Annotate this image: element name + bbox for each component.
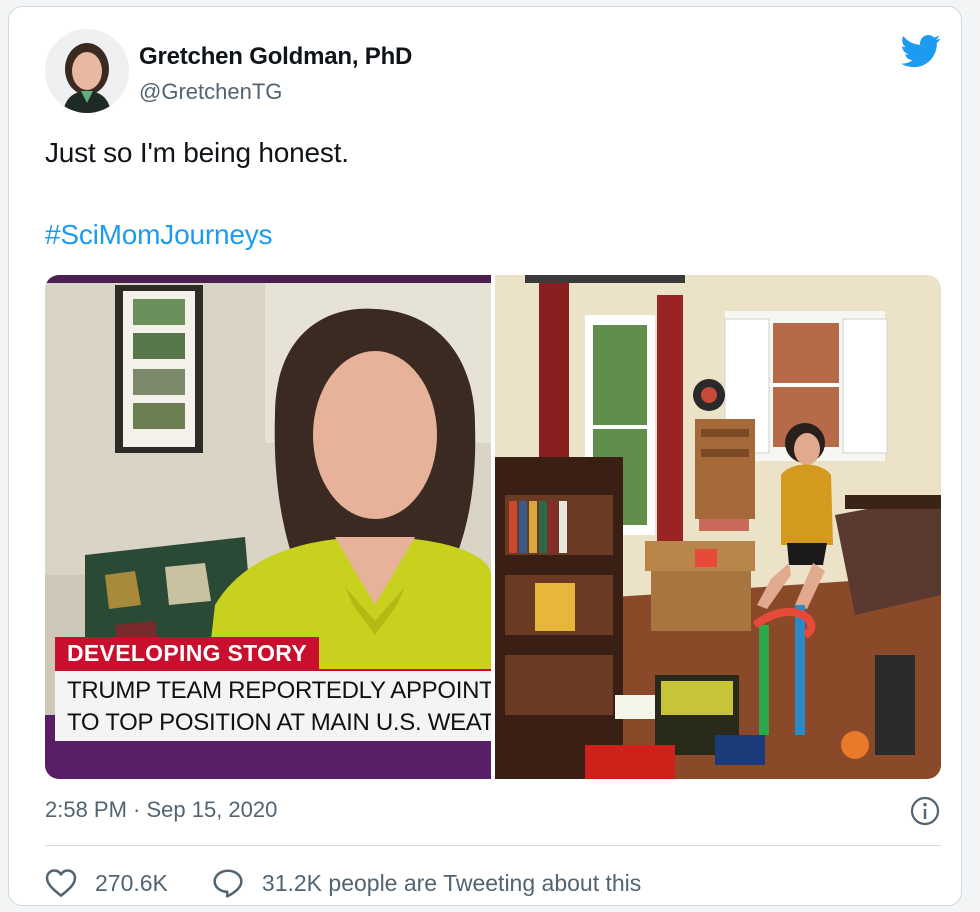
tweet-card: Gretchen Goldman, PhD @GretchenTG Just s…	[8, 6, 962, 906]
avatar[interactable]	[45, 29, 129, 113]
chyron-body: TRUMP TEAM REPORTEDLY APPOINTS C TO TOP …	[55, 669, 491, 741]
divider	[45, 845, 941, 846]
like-count: 270.6K	[95, 869, 168, 896]
speech-bubble-icon	[213, 869, 243, 898]
news-chyron: DEVELOPING STORY TRUMP TEAM REPORTEDLY A…	[55, 637, 491, 741]
avatar-image	[45, 29, 129, 113]
chyron-line-2: TO TOP POSITION AT MAIN U.S. WEATHI	[67, 709, 491, 736]
conversation-link[interactable]: 31.2K people are Tweeting about this	[212, 868, 641, 898]
chyron-line-1: TRUMP TEAM REPORTEDLY APPOINTS C	[67, 677, 491, 704]
home-office-photo	[495, 275, 941, 779]
action-bar: 270.6K 31.2K people are Tweeting about t…	[45, 865, 685, 901]
conversation-text: 31.2K people are Tweeting about this	[261, 869, 642, 896]
author-name[interactable]: Gretchen Goldman, PhD	[139, 43, 412, 71]
chyron-tag: DEVELOPING STORY	[55, 637, 319, 669]
media-photo-interview[interactable]: DEVELOPING STORY TRUMP TEAM REPORTEDLY A…	[45, 275, 491, 779]
info-icon[interactable]	[909, 795, 941, 827]
twitter-bird-icon[interactable]	[899, 31, 943, 71]
tweet-text: Just so I'm being honest.	[45, 137, 349, 168]
like-button[interactable]: 270.6K	[45, 868, 168, 898]
hashtag-link[interactable]: #SciMomJourneys	[45, 219, 273, 251]
author-handle[interactable]: @GretchenTG	[139, 79, 282, 105]
heart-icon	[45, 869, 77, 897]
tweet-timestamp[interactable]: 2:58 PM · Sep 15, 2020	[45, 797, 277, 823]
media-photo-home[interactable]	[495, 275, 941, 779]
tweet-media[interactable]: DEVELOPING STORY TRUMP TEAM REPORTEDLY A…	[45, 275, 941, 779]
